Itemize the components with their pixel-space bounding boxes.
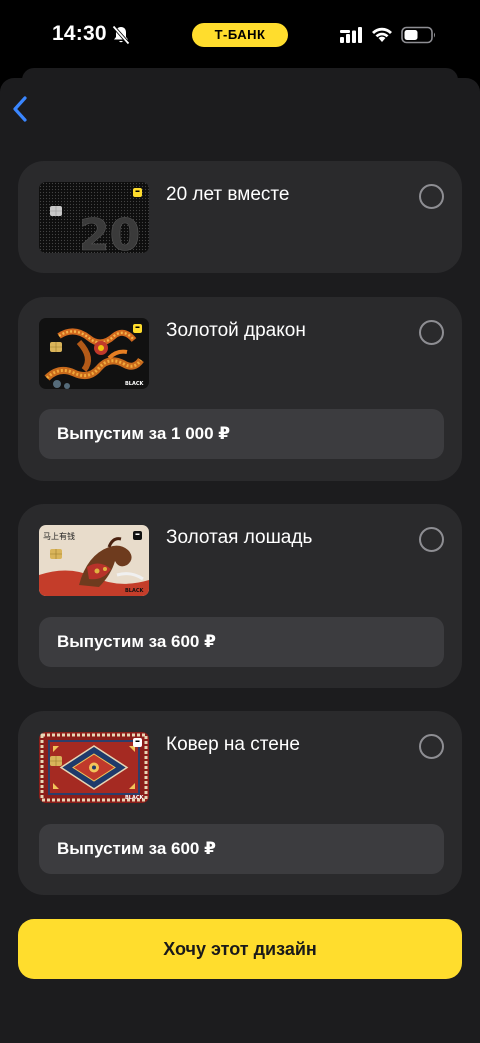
bank-badge: Т-БАНК <box>192 23 288 47</box>
card-preview-golden-horse: 马上有钱 BLACK <box>39 525 149 596</box>
wifi-icon <box>371 25 393 43</box>
design-option-golden-dragon[interactable]: BLACK Золотой дракон Выпустим за 1 000 ₽ <box>18 297 462 481</box>
design-option-20-years[interactable]: 20 20 лет вместе <box>18 161 462 273</box>
status-bar: 14:30 Т-БАНК <box>0 0 480 72</box>
svg-text:马上有钱: 马上有钱 <box>43 531 75 541</box>
svg-text:BLACK: BLACK <box>125 381 145 387</box>
price-box: Выпустим за 1 000 ₽ <box>39 409 444 459</box>
back-button[interactable] <box>8 92 34 126</box>
price-box: Выпустим за 600 ₽ <box>39 824 444 874</box>
svg-text:BLACK: BLACK <box>125 795 145 801</box>
battery-icon <box>401 26 437 44</box>
design-title: Золотая лошадь <box>166 527 313 548</box>
chevron-left-icon <box>13 96 27 122</box>
card-preview-golden-dragon: BLACK <box>39 318 149 389</box>
price-text: Выпустим за 600 ₽ <box>57 632 216 651</box>
design-radio[interactable] <box>419 734 444 759</box>
design-radio[interactable] <box>419 184 444 209</box>
choose-design-button[interactable]: Хочу этот дизайн <box>18 919 462 979</box>
card-preview-20-years: 20 <box>39 182 149 253</box>
price-text: Выпустим за 600 ₽ <box>57 839 216 858</box>
svg-text:BLACK: BLACK <box>125 588 145 594</box>
design-option-carpet[interactable]: BLACK Ковер на стене Выпустим за 600 ₽ <box>18 711 462 895</box>
design-title: Ковер на стене <box>166 734 300 755</box>
design-radio[interactable] <box>419 527 444 552</box>
svg-text:20: 20 <box>79 210 140 253</box>
price-box: Выпустим за 600 ₽ <box>39 617 444 667</box>
cellular-signal-icon <box>340 27 362 43</box>
design-title: 20 лет вместе <box>166 184 290 205</box>
design-title: Золотой дракон <box>166 320 306 341</box>
design-option-golden-horse[interactable]: 马上有钱 BLACK Золотая лошадь Выпустим за 60… <box>18 504 462 688</box>
design-radio[interactable] <box>419 320 444 345</box>
status-time: 14:30 <box>52 22 107 45</box>
card-preview-carpet: BLACK <box>39 732 149 803</box>
bell-slash-icon <box>112 25 130 45</box>
price-text: Выпустим за 1 000 ₽ <box>57 424 231 443</box>
